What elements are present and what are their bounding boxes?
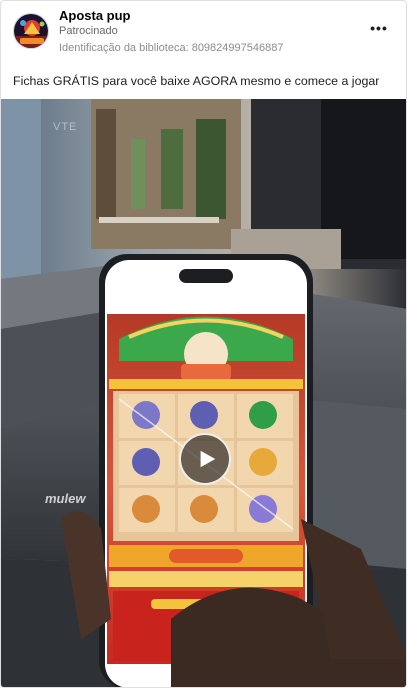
video-player[interactable]: VTE mulew <box>1 99 406 687</box>
sponsored-label: Patrocinado <box>59 25 118 37</box>
play-button[interactable] <box>179 433 231 485</box>
library-id: Identificação da biblioteca: 80982499754… <box>59 42 284 54</box>
page-name[interactable]: Aposta pup <box>59 8 131 23</box>
more-options-button[interactable]: ••• <box>370 21 388 35</box>
post-caption: Fichas GRÁTIS para você baixe AGORA mesm… <box>13 74 380 88</box>
watermark-top: VTE <box>53 121 78 133</box>
play-icon <box>200 450 216 468</box>
page-avatar[interactable] <box>13 13 49 49</box>
ad-post-card: Aposta pup Patrocinado Identificação da … <box>0 0 407 688</box>
post-header: Aposta pup Patrocinado Identificação da … <box>1 1 406 65</box>
more-options-icon: ••• <box>370 20 388 36</box>
video-frame <box>1 99 406 687</box>
watermark-logo: mulew <box>45 491 86 506</box>
game-logo-icon <box>14 14 48 48</box>
